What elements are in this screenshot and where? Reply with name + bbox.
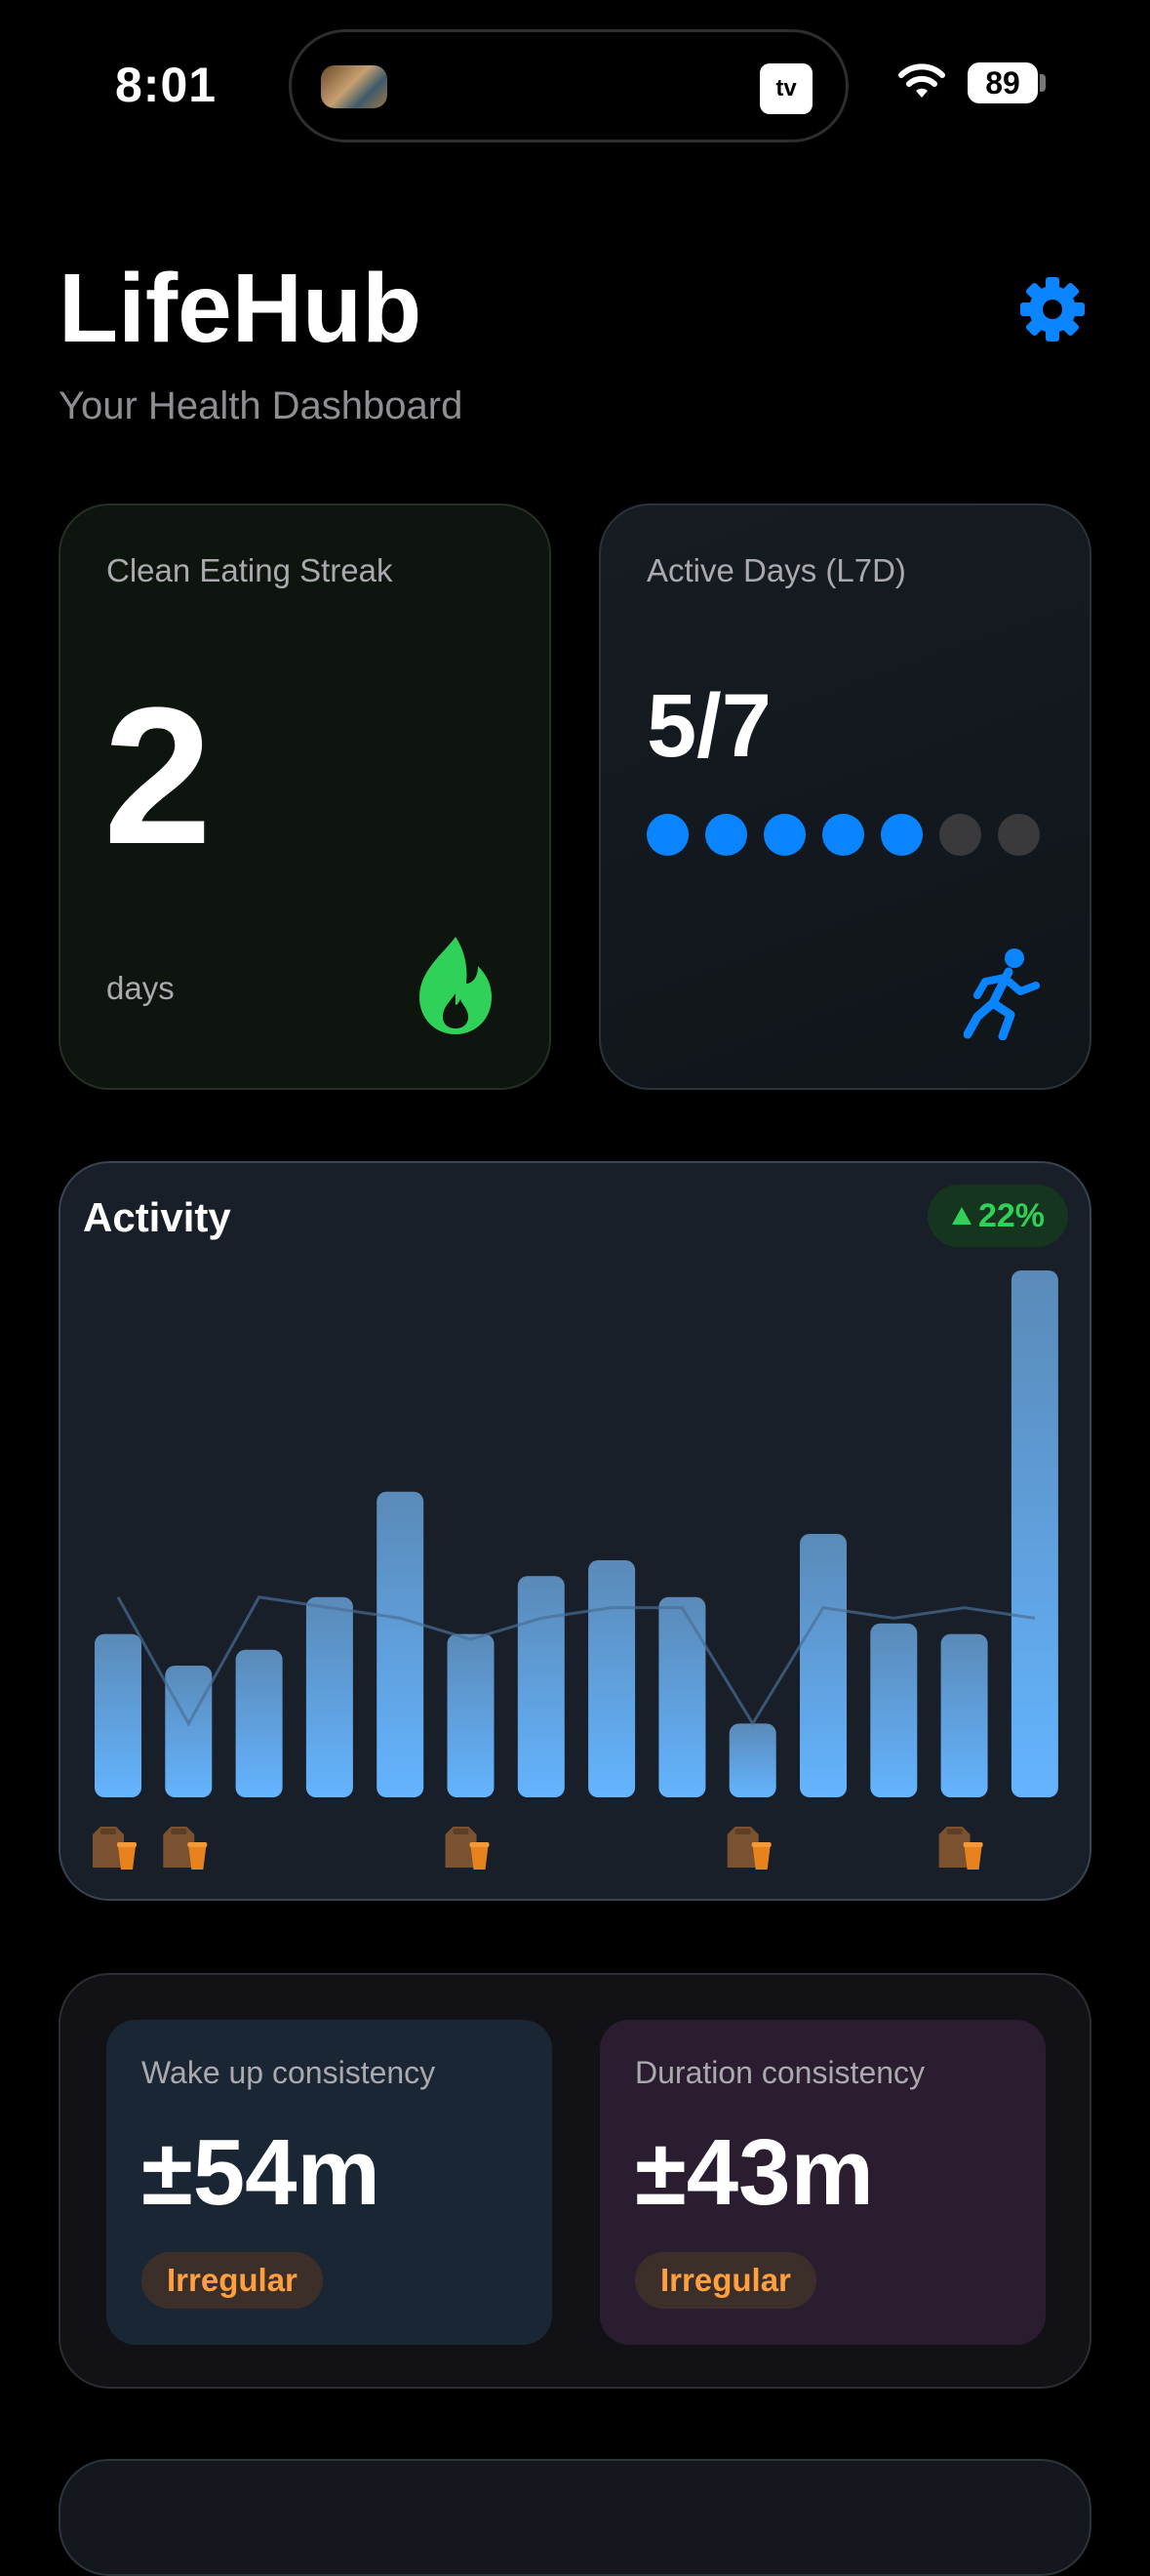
sleep-consistency-card[interactable]: Wake up consistency ±54m Irregular Durat…	[59, 1973, 1091, 2389]
active-day-dot	[647, 814, 689, 856]
active-days-value: 5/7	[647, 676, 772, 776]
duration-consistency-value: ±43m	[635, 2120, 874, 2225]
apple-tv-label: tv	[775, 75, 797, 101]
activity-bar[interactable]	[517, 1576, 565, 1797]
activity-bar[interactable]	[588, 1560, 636, 1797]
app-subtitle: Your Health Dashboard	[59, 384, 463, 427]
clean-eating-streak-card[interactable]: Clean Eating Streak 2 days	[59, 503, 551, 1090]
activity-bar[interactable]	[658, 1596, 706, 1797]
activity-bar[interactable]	[377, 1491, 424, 1797]
takeout-meal-icon	[727, 1827, 772, 1870]
activity-chart	[93, 1270, 1058, 1870]
inactive-day-dot	[939, 814, 981, 856]
inactive-day-dot	[998, 814, 1040, 856]
active-day-dot	[764, 814, 806, 856]
wake-consistency-value: ±54m	[141, 2120, 380, 2225]
activity-bar[interactable]	[940, 1633, 988, 1797]
status-time: 8:01	[115, 58, 218, 112]
app-title: LifeHub	[59, 254, 422, 363]
wifi-icon	[898, 63, 945, 98]
takeout-meal-icon	[938, 1827, 983, 1870]
activity-bar[interactable]	[800, 1534, 847, 1797]
active-days-label: Active Days (L7D)	[647, 552, 906, 588]
duration-status-badge: Irregular	[635, 2252, 816, 2309]
activity-bar[interactable]	[1011, 1270, 1058, 1797]
dynamic-island[interactable]: tv	[289, 29, 849, 142]
active-day-dot	[881, 814, 923, 856]
gear-icon[interactable]	[1018, 275, 1087, 343]
activity-card[interactable]: Activity 22%	[59, 1161, 1091, 1901]
triangle-up-icon	[951, 1207, 972, 1225]
takeout-meal-icon	[93, 1827, 137, 1870]
streak-label: Clean Eating Streak	[106, 552, 393, 588]
battery-indicator: 89	[968, 62, 1038, 103]
wake-consistency-label: Wake up consistency	[141, 2055, 436, 2090]
active-day-dot	[705, 814, 747, 856]
flame-icon	[419, 937, 492, 1034]
trend-badge: 22%	[927, 1185, 1068, 1247]
battery-tip	[1040, 74, 1046, 92]
takeout-meal-icon	[445, 1827, 490, 1870]
next-card-peek[interactable]	[59, 2459, 1091, 2576]
trend-value: 22%	[977, 1196, 1045, 1234]
duration-consistency-label: Duration consistency	[635, 2055, 926, 2090]
activity-bar[interactable]	[95, 1633, 141, 1797]
activity-bar[interactable]	[165, 1666, 213, 1797]
running-figure-icon	[964, 948, 1040, 1040]
duration-consistency-box[interactable]: Duration consistency ±43m Irregular	[600, 2020, 1046, 2345]
active-days-card[interactable]: Active Days (L7D) 5/7	[599, 503, 1091, 1090]
wake-consistency-box[interactable]: Wake up consistency ±54m Irregular	[106, 2020, 552, 2345]
activity-bar[interactable]	[235, 1649, 283, 1797]
active-day-dot	[822, 814, 864, 856]
takeout-meal-icon	[163, 1827, 208, 1870]
apple-tv-icon: tv	[760, 63, 813, 114]
activity-bar[interactable]	[729, 1723, 776, 1797]
wake-status-badge: Irregular	[141, 2252, 323, 2309]
streak-value: 2	[103, 667, 213, 885]
activity-title: Activity	[83, 1194, 231, 1240]
streak-unit: days	[106, 970, 175, 1006]
battery-level: 89	[985, 64, 1020, 101]
activity-bar[interactable]	[447, 1633, 495, 1797]
activity-bar[interactable]	[870, 1623, 918, 1797]
active-days-dots	[647, 814, 1040, 856]
now-playing-thumbnail	[321, 65, 387, 108]
activity-bar[interactable]	[305, 1596, 353, 1797]
